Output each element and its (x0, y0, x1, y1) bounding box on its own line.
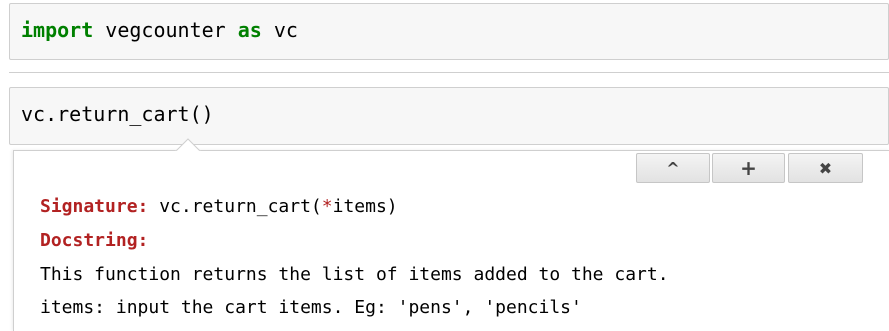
close-icon: ✖ (818, 158, 833, 178)
signature-label: Signature: (40, 196, 149, 217)
import-keyword: import (21, 18, 94, 42)
signature-prefix: vc.return_cart( (148, 196, 322, 217)
tooltip-arrow-icon (175, 138, 201, 152)
docstring-label: Docstring: (40, 230, 149, 251)
collapse-button[interactable]: ^ (636, 153, 710, 183)
code-cell-import[interactable]: import vegcounter as vc (9, 3, 889, 60)
notebook-canvas: import vegcounter as vc vc.return_cart()… (0, 0, 889, 331)
close-button[interactable]: ✖ (788, 153, 863, 183)
as-keyword: as (237, 18, 262, 42)
plus-icon: + (740, 156, 757, 180)
chevron-up-icon: ^ (666, 158, 680, 178)
module-alias: vc (261, 18, 298, 42)
docstring-line: items: input the cart items. Eg: 'pens',… (40, 297, 582, 318)
expand-button[interactable]: + (712, 153, 785, 183)
signature-star: * (321, 196, 333, 217)
function-call-code: vc.return_cart() (21, 102, 214, 126)
docstring-line: This function returns the list of items … (40, 264, 669, 285)
signature-line: Signature: vc.return_cart(*items) (40, 196, 398, 217)
signature-suffix: items) (332, 196, 398, 217)
module-name: vegcounter (93, 18, 238, 42)
cell-divider (9, 72, 889, 73)
code-cell-call[interactable]: vc.return_cart() (9, 87, 889, 145)
